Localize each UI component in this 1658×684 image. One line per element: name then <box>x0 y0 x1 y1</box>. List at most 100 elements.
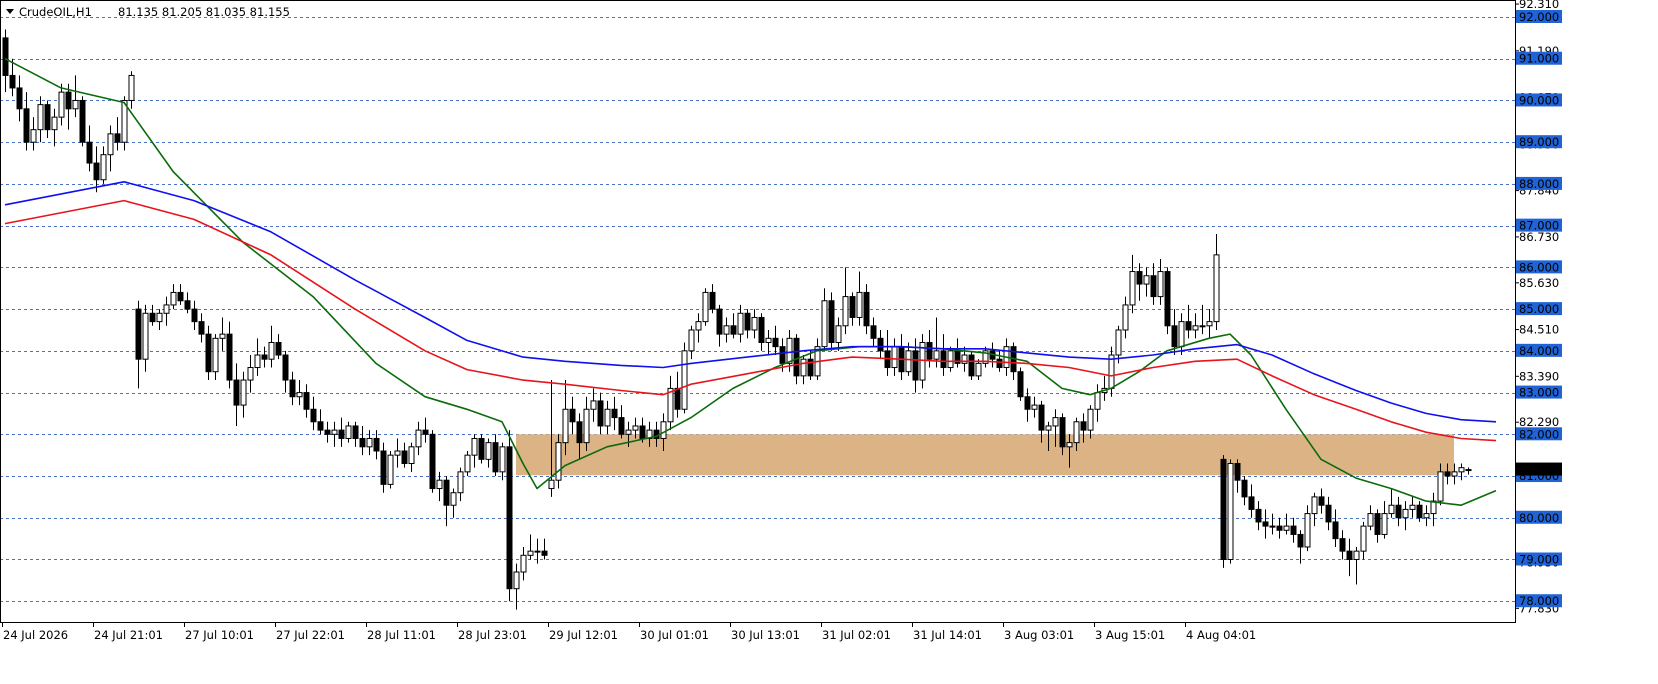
candle-body <box>1360 525 1367 552</box>
candle-body <box>611 408 618 419</box>
x-tick-label: 27 Jul 22:01 <box>276 628 345 642</box>
candle-body <box>282 354 289 381</box>
candle <box>429 430 436 493</box>
candle-body <box>1423 513 1430 519</box>
candle-body <box>765 337 772 343</box>
candle-body <box>212 337 219 373</box>
price-axis[interactable]: 92.31091.19090.07088.95087.84086.73085.6… <box>1515 0 1562 615</box>
candle-body <box>1367 513 1374 527</box>
candle-body <box>205 333 212 373</box>
x-tick-label: 28 Jul 11:01 <box>367 628 436 642</box>
candle-body <box>268 341 275 360</box>
candle-body <box>1178 321 1185 348</box>
x-tick-label: 27 Jul 10:01 <box>185 628 254 642</box>
candle-body <box>1262 521 1269 527</box>
level-label: 86.000 <box>1519 260 1559 274</box>
candle-body <box>436 479 443 490</box>
candle-body <box>240 379 247 406</box>
candle-body <box>1136 271 1143 285</box>
candle-body <box>891 346 898 369</box>
candle-body <box>940 350 947 369</box>
candle-body <box>1311 496 1318 515</box>
candle <box>79 96 86 147</box>
candle-body <box>499 446 506 473</box>
candle-body <box>191 308 198 323</box>
candle-body <box>702 291 709 323</box>
candle-body <box>1416 504 1423 519</box>
candle-body <box>604 408 611 427</box>
candle-body <box>1087 408 1094 431</box>
candle-body <box>1276 525 1283 531</box>
candle-body <box>261 354 268 360</box>
candle-body <box>555 442 562 481</box>
price-chart[interactable]: 92.31091.19090.07088.95087.84086.73085.6… <box>0 0 1658 684</box>
level-label: 80.000 <box>1519 511 1559 525</box>
chart-header: CrudeOIL,H1 81.135 81.205 81.035 81.155 <box>6 5 290 19</box>
x-tick-label: 31 Jul 14:01 <box>913 628 982 642</box>
candle-body <box>1066 442 1073 448</box>
level-label: 90.000 <box>1519 93 1559 107</box>
candle-body <box>758 316 765 343</box>
candle-body <box>9 74 16 89</box>
candle-body <box>506 446 513 590</box>
candle-body <box>688 329 695 352</box>
candle-body <box>415 429 422 448</box>
candle-body <box>681 350 688 410</box>
candle-body <box>107 133 114 156</box>
candle-body <box>1346 550 1353 560</box>
candle-body <box>51 116 58 131</box>
candle-body <box>1052 417 1059 427</box>
candle-body <box>926 341 933 360</box>
candle-body <box>548 479 555 490</box>
candle-body <box>1164 271 1171 327</box>
candle-body <box>828 300 835 343</box>
candle-body <box>772 337 779 348</box>
candle-body <box>1115 329 1122 356</box>
candle-body <box>716 308 723 335</box>
candle-body <box>751 316 758 331</box>
candle <box>681 342 688 414</box>
candle-body <box>709 291 716 310</box>
candle-body <box>324 429 331 435</box>
candle-body <box>464 454 471 473</box>
candle-body <box>72 99 79 110</box>
candle-body <box>576 421 583 444</box>
candle-body <box>1129 271 1136 306</box>
candle-body <box>1185 321 1192 331</box>
candle-body <box>93 162 100 181</box>
level-label: 91.000 <box>1519 52 1559 66</box>
candle-body <box>870 325 877 339</box>
candle-body <box>1017 371 1024 398</box>
candle-body <box>1255 508 1262 523</box>
candle-body <box>149 312 156 323</box>
candle-body <box>1038 404 1045 431</box>
candle-body <box>1227 463 1234 560</box>
candle-body <box>1045 425 1052 431</box>
current-price-label: 81.155 <box>1519 463 1559 477</box>
x-tick-label: 3 Aug 03:01 <box>1004 628 1074 642</box>
candle <box>387 450 394 489</box>
candle-body <box>373 437 380 452</box>
level-label: 85.000 <box>1519 302 1559 316</box>
candle <box>205 325 212 381</box>
candle-body <box>1171 325 1178 348</box>
candle-body <box>562 408 569 444</box>
candle-body <box>44 104 51 131</box>
candle-body <box>387 454 394 485</box>
candle-body <box>1213 254 1220 323</box>
candle-body <box>471 437 478 456</box>
candle-body <box>289 379 296 398</box>
candle-body <box>779 346 786 364</box>
level-label: 88.000 <box>1519 177 1559 191</box>
y-tick-label: 85.630 <box>1519 276 1559 290</box>
candle-body <box>842 296 849 327</box>
candle-body <box>247 367 254 381</box>
candle-body <box>849 296 856 318</box>
candle-body <box>569 408 576 423</box>
candle <box>555 434 562 489</box>
candle-body <box>338 429 345 439</box>
candle-body <box>16 87 23 110</box>
candle-body <box>23 108 30 143</box>
candle-body <box>1290 525 1297 535</box>
candle-body <box>1241 479 1248 498</box>
